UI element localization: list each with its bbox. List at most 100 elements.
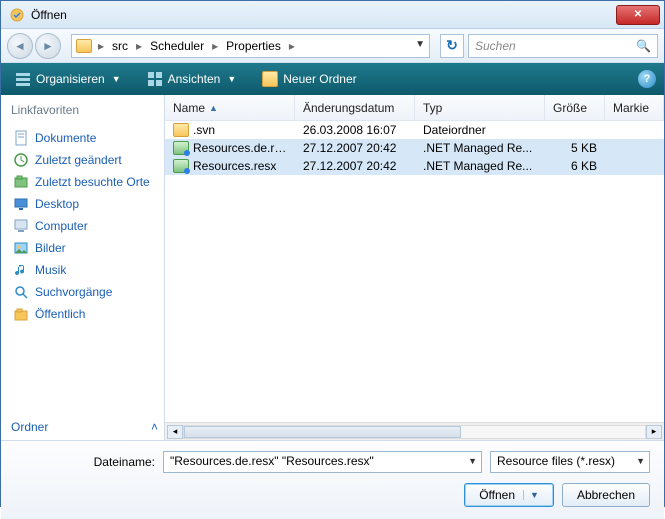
sidebar-item-label: Computer xyxy=(35,219,88,233)
file-name: Resources.de.resx xyxy=(193,141,293,155)
file-size: 6 KB xyxy=(545,158,605,174)
organize-label: Organisieren xyxy=(36,72,105,86)
cancel-button[interactable]: Abbrechen xyxy=(562,483,650,507)
organize-icon xyxy=(15,71,31,87)
new-folder-button[interactable]: Neuer Ordner xyxy=(256,68,362,90)
sidebar-item[interactable]: Computer xyxy=(11,215,160,237)
search-icon: 🔍 xyxy=(636,39,651,53)
organize-button[interactable]: Organisieren ▼ xyxy=(9,68,127,90)
column-size[interactable]: Größe xyxy=(545,95,605,120)
file-row[interactable]: Resources.de.resx27.12.2007 20:42.NET Ma… xyxy=(165,139,664,157)
chevron-right-icon: ▸ xyxy=(210,39,220,53)
file-modified: 27.12.2007 20:42 xyxy=(295,158,415,174)
breadcrumb-item[interactable]: Properties xyxy=(222,39,285,53)
refresh-button[interactable]: ↻ xyxy=(440,34,464,58)
scroll-right-button[interactable]: ▸ xyxy=(646,425,662,439)
filename-input[interactable]: "Resources.de.resx" "Resources.resx"▼ xyxy=(163,451,482,473)
sidebar-item[interactable]: Musik xyxy=(11,259,160,281)
sidebar-item-label: Bilder xyxy=(35,241,66,255)
breadcrumb-dropdown[interactable]: ▼ xyxy=(415,39,425,50)
filename-label: Dateiname: xyxy=(15,455,155,469)
help-button[interactable]: ? xyxy=(638,70,656,88)
sidebar-title: Linkfavoriten xyxy=(11,103,160,117)
search-placeholder: Suchen xyxy=(475,39,516,53)
recent-places-icon xyxy=(13,174,29,190)
open-button[interactable]: Öffnen▼ xyxy=(464,483,554,507)
file-name: .svn xyxy=(193,123,215,137)
documents-icon xyxy=(13,130,29,146)
searches-icon xyxy=(13,284,29,300)
breadcrumb-item[interactable]: src xyxy=(108,39,132,53)
column-headers: Name▲ Änderungsdatum Typ Größe Markie xyxy=(165,95,664,121)
public-icon xyxy=(13,306,29,322)
folder-icon xyxy=(173,123,189,137)
chevron-up-icon: ˄ xyxy=(151,420,158,434)
computer-icon xyxy=(13,218,29,234)
sidebar: Linkfavoriten Dokumente Zuletzt geändert Z… xyxy=(1,95,165,440)
sort-asc-icon: ▲ xyxy=(209,103,218,113)
sidebar-item[interactable]: Öffentlich xyxy=(11,303,160,325)
file-row[interactable]: Resources.resx 27.12.2007 20:42.NET Manag… xyxy=(165,157,664,175)
chevron-down-icon: ▼ xyxy=(227,74,236,84)
music-icon xyxy=(13,262,29,278)
chevron-down-icon: ▼ xyxy=(112,74,121,84)
toolbar: Organisieren ▼ Ansichten ▼ Neuer Ordner … xyxy=(1,63,664,95)
chevron-down-icon: ▼ xyxy=(523,490,539,500)
column-type[interactable]: Typ xyxy=(415,95,545,120)
sidebar-item-label: Dokumente xyxy=(35,131,96,145)
file-pane: Name▲ Änderungsdatum Typ Größe Markie .s… xyxy=(165,95,664,440)
file-name: Resources.resx xyxy=(193,159,276,173)
file-row[interactable]: .svn26.03.2008 16:07Dateiordner xyxy=(165,121,664,139)
resx-file-icon xyxy=(173,159,189,173)
scroll-left-button[interactable]: ◂ xyxy=(167,425,183,439)
back-button[interactable]: ◄ xyxy=(7,33,33,59)
chevron-down-icon: ▼ xyxy=(636,456,645,466)
column-marked[interactable]: Markie xyxy=(605,95,664,120)
sidebar-item-label: Öffentlich xyxy=(35,307,85,321)
views-button[interactable]: Ansichten ▼ xyxy=(141,68,243,90)
forward-button[interactable]: ► xyxy=(35,33,61,59)
chevron-down-icon: ▼ xyxy=(468,456,477,466)
folder-icon xyxy=(76,39,92,53)
sidebar-item-label: Zuletzt geändert xyxy=(35,153,122,167)
sidebar-item[interactable]: Zuletzt besuchte Orte xyxy=(11,171,160,193)
file-modified: 27.12.2007 20:42 xyxy=(295,140,415,156)
search-input[interactable]: Suchen 🔍 xyxy=(468,34,658,58)
pictures-icon xyxy=(13,240,29,256)
resx-file-icon xyxy=(173,141,189,155)
desktop-icon xyxy=(13,196,29,212)
chevron-right-icon: ▸ xyxy=(287,39,297,53)
views-label: Ansichten xyxy=(168,72,221,86)
chevron-right-icon: ▸ xyxy=(96,39,106,53)
sidebar-item[interactable]: Zuletzt geändert xyxy=(11,149,160,171)
window-title: Öffnen xyxy=(31,8,616,22)
file-size xyxy=(545,129,605,131)
file-type: Dateiordner xyxy=(415,122,545,138)
file-type-filter[interactable]: Resource files (*.resx)▼ xyxy=(490,451,650,473)
nav-row: ◄ ► ▸ src ▸ Scheduler ▸ Properties ▸ ▼ ↻… xyxy=(1,29,664,63)
sidebar-item-label: Desktop xyxy=(35,197,79,211)
sidebar-item-label: Suchvorgänge xyxy=(35,285,112,299)
sidebar-item[interactable]: Desktop xyxy=(11,193,160,215)
new-folder-label: Neuer Ordner xyxy=(283,72,356,86)
file-size: 5 KB xyxy=(545,140,605,156)
folders-toggle[interactable]: Ordner ˄ xyxy=(11,420,158,434)
sidebar-item[interactable]: Dokumente xyxy=(11,127,160,149)
folder-icon xyxy=(262,71,278,87)
footer: Dateiname: "Resources.de.resx" "Resource… xyxy=(1,440,664,519)
views-icon xyxy=(147,71,163,87)
sidebar-item[interactable]: Bilder xyxy=(11,237,160,259)
close-button[interactable]: ✕ xyxy=(616,5,660,25)
file-type: .NET Managed Re... xyxy=(415,140,545,156)
column-modified[interactable]: Änderungsdatum xyxy=(295,95,415,120)
title-bar: Öffnen ✕ xyxy=(1,1,664,29)
recent-changed-icon xyxy=(13,152,29,168)
scrollbar-thumb[interactable] xyxy=(184,426,461,438)
horizontal-scrollbar[interactable]: ◂ ▸ xyxy=(165,422,664,440)
column-name[interactable]: Name▲ xyxy=(165,95,295,120)
file-type: .NET Managed Re... xyxy=(415,158,545,174)
sidebar-item[interactable]: Suchvorgänge xyxy=(11,281,160,303)
sidebar-item-label: Zuletzt besuchte Orte xyxy=(35,175,150,189)
breadcrumb[interactable]: ▸ src ▸ Scheduler ▸ Properties ▸ ▼ xyxy=(71,34,430,58)
breadcrumb-item[interactable]: Scheduler xyxy=(146,39,208,53)
